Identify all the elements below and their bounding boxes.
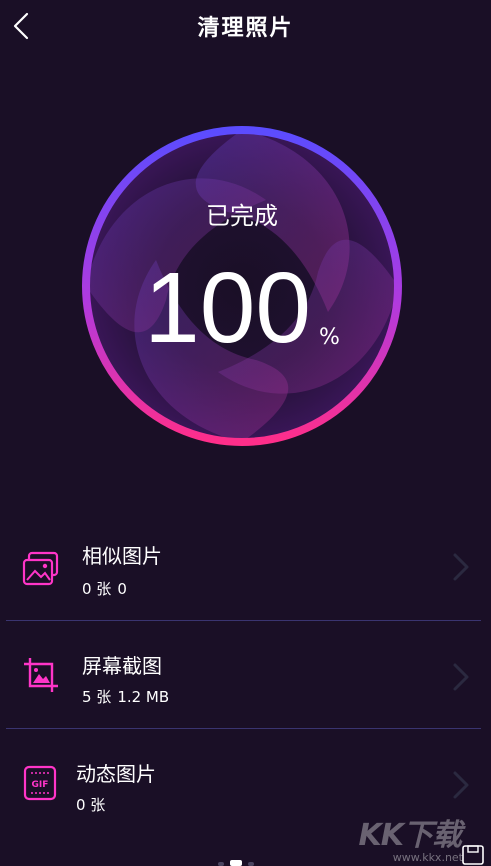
similar-images-icon xyxy=(22,551,59,586)
item-subtitle: 5 张 1.2 MB xyxy=(82,686,175,707)
percent-value: 100 xyxy=(144,252,311,364)
item-title: 屏幕截图 xyxy=(82,654,162,678)
item-subtitle: 0 张 0 xyxy=(82,578,133,599)
svg-text:GIF: GIF xyxy=(32,780,49,790)
divider xyxy=(6,620,481,621)
watermark-logo: KK下载 xyxy=(358,818,462,853)
chevron-right-icon xyxy=(453,663,469,691)
item-count: 5 张 xyxy=(82,688,112,706)
chevron-right-icon xyxy=(453,553,469,581)
item-size: 1.2 MB xyxy=(117,688,170,706)
gif-icon: GIF xyxy=(23,765,57,801)
status-label: 已完成 xyxy=(206,202,278,230)
page-indicator xyxy=(218,860,254,866)
list-item-similar-images[interactable]: 相似图片 0 张 0 xyxy=(0,512,491,620)
item-size: 0 xyxy=(117,580,127,598)
chevron-right-icon xyxy=(453,771,469,799)
item-count: 0 张 xyxy=(76,796,106,814)
divider xyxy=(6,728,481,729)
page-dot-active xyxy=(230,860,242,866)
save-icon[interactable] xyxy=(461,844,485,866)
item-subtitle: 0 张 xyxy=(76,794,117,815)
header: 清理照片 xyxy=(0,0,491,52)
screenshot-icon xyxy=(24,658,58,692)
percent-readout: 100 % xyxy=(78,248,406,358)
page-title: 清理照片 xyxy=(197,16,294,41)
item-title: 相似图片 xyxy=(82,544,162,568)
page-dot xyxy=(248,862,254,866)
watermark-url: www.kkx.net xyxy=(392,851,463,864)
page-dot xyxy=(218,862,224,866)
item-title: 动态图片 xyxy=(76,762,156,786)
item-count: 0 张 xyxy=(82,580,112,598)
percent-unit: % xyxy=(318,325,340,350)
list-item-screenshots[interactable]: 屏幕截图 5 张 1.2 MB xyxy=(0,622,491,730)
photo-cleanup-screen: 清理照片 已完成 100 % 相似图片 0 张 0 屏幕截图 5 张 1.2 M… xyxy=(0,0,491,866)
